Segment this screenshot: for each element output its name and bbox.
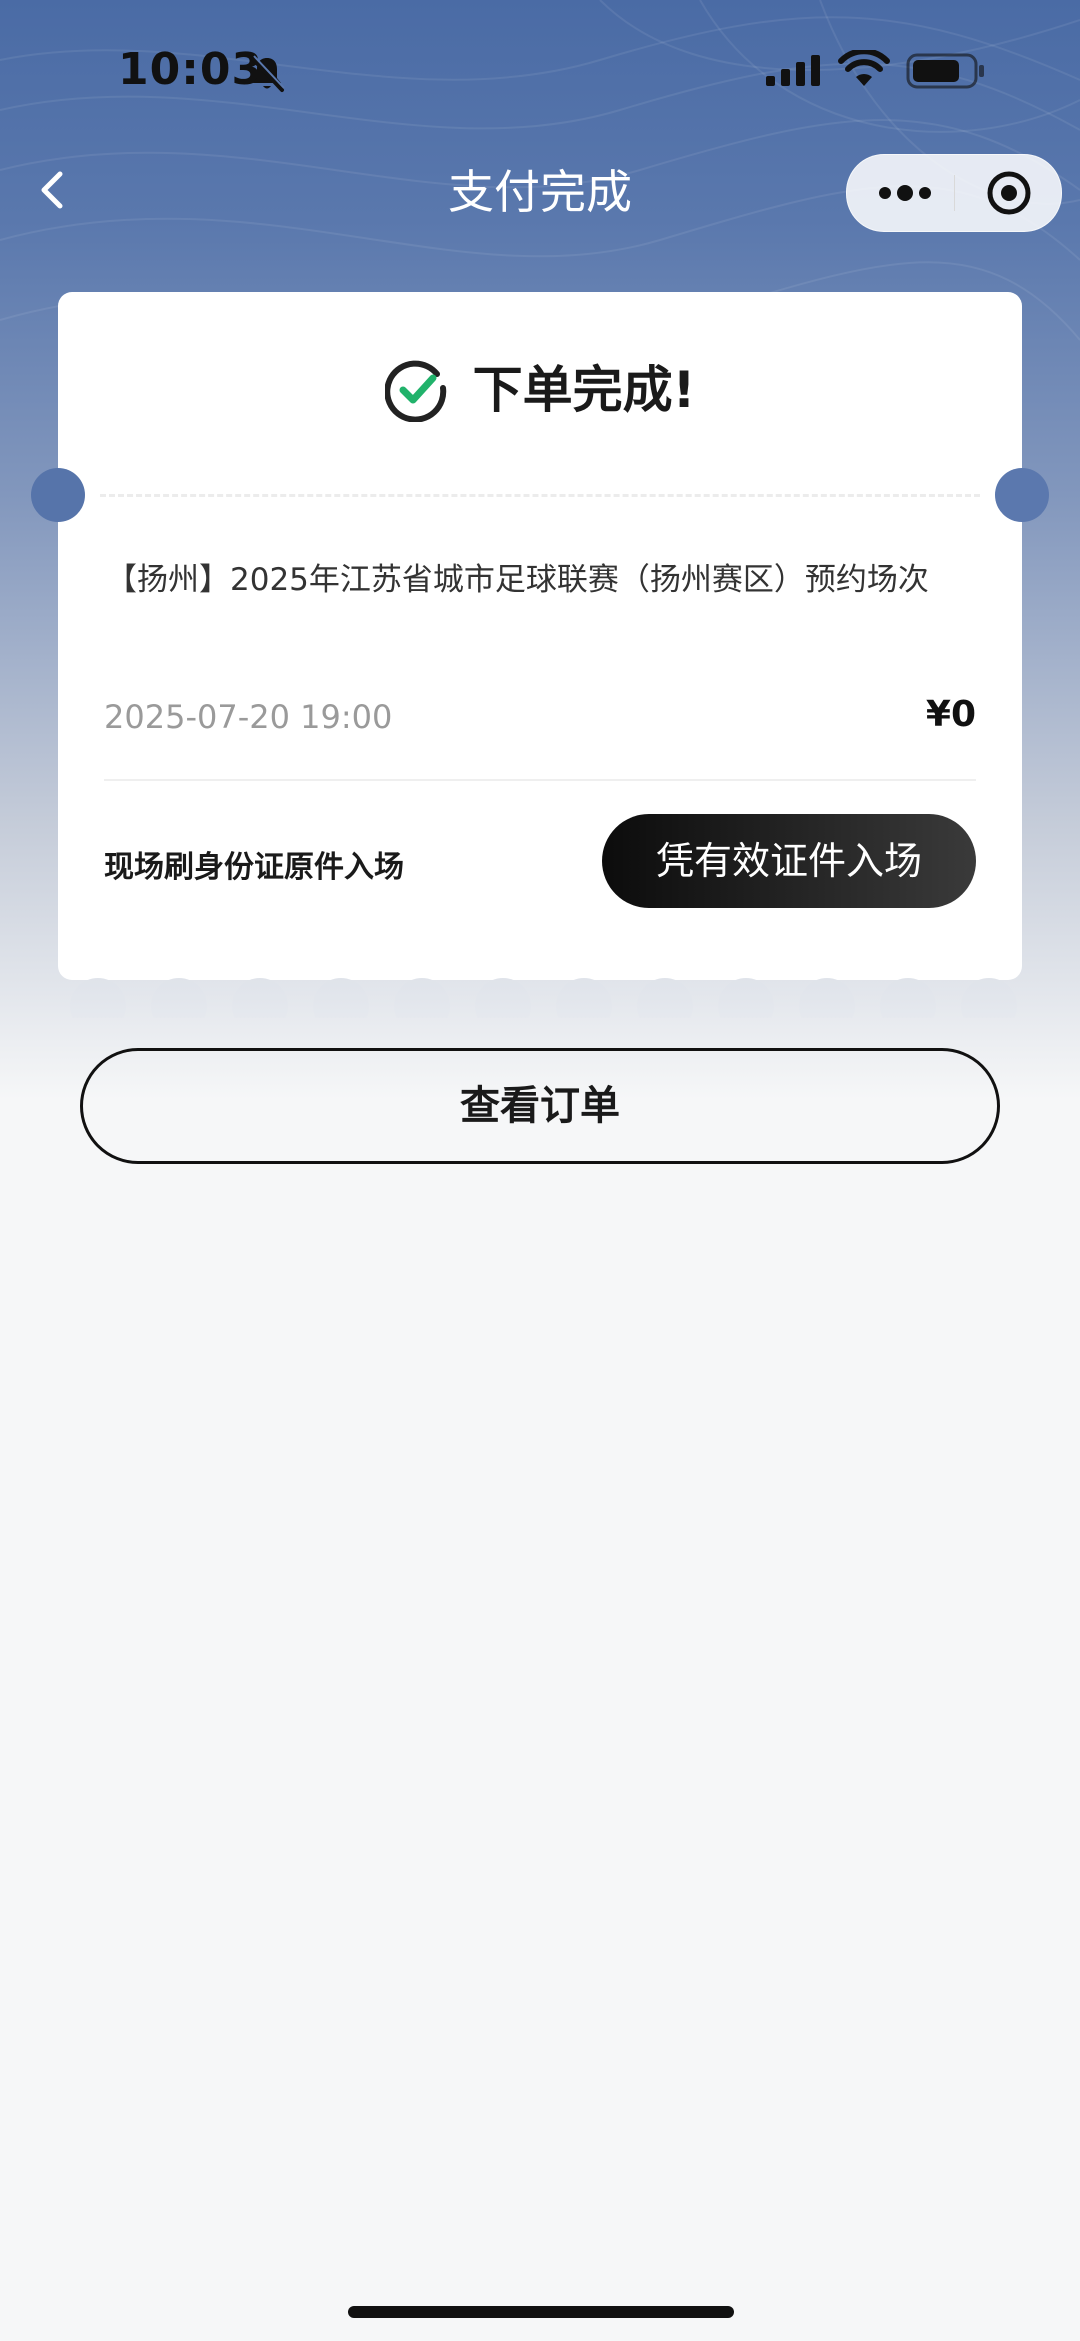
event-price: ¥0 [925, 694, 976, 735]
ticket-notch-left [31, 468, 85, 522]
battery-icon [906, 53, 984, 89]
check-circle-icon [384, 360, 446, 422]
order-status: 下单完成! [0, 355, 1080, 425]
status-time: 10:03 [118, 44, 264, 95]
ticket-notch-right [995, 468, 1049, 522]
view-order-button[interactable]: 查看订单 [80, 1048, 1000, 1164]
entry-note: 现场刷身份证原件入场 [104, 850, 404, 885]
wifi-icon [838, 50, 890, 86]
close-target-icon[interactable] [985, 169, 1033, 217]
signal-icon [766, 55, 820, 86]
home-indicator [348, 2306, 734, 2318]
event-title: 【扬州】2025年江苏省城市足球联赛（扬州赛区）预约场次 [106, 562, 929, 598]
bell-muted-icon [250, 55, 285, 92]
ticket-dashed-divider [100, 494, 980, 497]
order-status-text: 下单完成! [472, 361, 696, 419]
row-divider [104, 779, 976, 781]
mini-program-capsule [846, 154, 1062, 232]
capsule-divider [954, 175, 955, 211]
event-time: 2025-07-20 19:00 [104, 698, 393, 736]
status-bar: 10:03 [0, 0, 1080, 150]
ticket-scalloped-edge [70, 978, 1017, 1018]
more-dots-icon[interactable] [877, 177, 933, 209]
entry-method-button[interactable]: 凭有效证件入场 [602, 814, 976, 908]
